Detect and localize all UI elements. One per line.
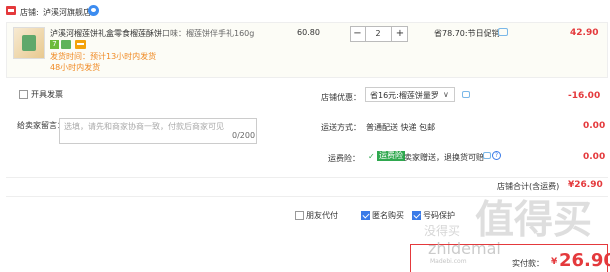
checkmark-icon: ✓ [368,152,375,161]
quantity-input[interactable]: 2 [367,26,389,42]
quantity-increase-button[interactable]: + [391,26,408,42]
product-title-link[interactable]: 泸溪河榴莲饼礼盒零食榴莲酥饼... [50,28,163,39]
coupon-info-icon[interactable] [462,91,470,98]
seven-day-return-icon: 7 [50,40,59,49]
chevron-down-icon[interactable]: ∨ [443,90,449,99]
store-icon [6,6,16,15]
anonymous-purchase-label[interactable]: 匿名购买 [372,210,404,221]
help-icon[interactable]: ? [492,151,501,160]
anonymous-purchase-checkbox[interactable] [361,211,370,220]
watermark-subtext: 没得买 [424,224,461,238]
message-char-count: 0/200 [232,131,256,140]
product-thumbnail[interactable] [13,27,45,59]
shield-icon [61,40,71,49]
credit-card-icon [75,40,86,49]
delivery-promise: 48小时内发货 [50,63,101,72]
shipping-insurance-fee: 0.00 [583,152,606,162]
store-name-link[interactable]: 泸溪河旗舰店 [43,7,91,18]
watermark-url: zhidemai [428,239,501,258]
store-coupon-label: 店铺优惠： [321,93,361,102]
shipping-insurance-label: 运费险： [328,154,360,163]
store-discount-amount: -16.00 [568,91,601,101]
payment-label: 实付款： [512,259,544,268]
delivery-estimate: 发货时间：预计13小时内发货 [50,52,157,61]
shipping-label: 运送方式： [321,123,361,132]
shipping-insurance-badge: 运费险 [377,151,405,161]
quantity-decrease-button[interactable]: − [350,26,366,42]
friend-pay-label[interactable]: 朋友代付 [306,210,338,221]
promotion-label: 省78.70:节日促销 [434,29,500,38]
chat-icon[interactable] [88,5,99,16]
shipping-fee: 0.00 [583,121,606,131]
number-protection-label[interactable]: 号码保护 [423,210,455,221]
seller-message-placeholder: 选填，请先和商家协商一致，付款后商家可见 [64,122,224,131]
payment-total: 26.90 [559,250,610,271]
insurance-info-icon[interactable] [483,152,491,159]
invoice-label[interactable]: 开具发票 [31,89,63,100]
store-label: 店铺: [20,8,39,17]
watermark-small: Madebi.com [430,258,467,265]
shipping-insurance-text: 卖家赠送，退换货可赔 [404,153,484,162]
number-protection-checkbox[interactable] [412,211,421,220]
invoice-checkbox[interactable] [19,90,28,99]
store-coupon-value: 省16元:榴莲饼量罗 [370,91,439,100]
payment-currency: ¥ [551,257,558,267]
item-subtotal: 42.90 [570,28,599,38]
promotion-info-icon[interactable] [498,28,508,36]
shipping-method: 普通配送 快递 包邮 [366,123,436,132]
product-spec: 口味：榴莲饼伴手礼160g [162,29,255,38]
friend-pay-checkbox[interactable] [295,211,304,220]
message-label: 给卖家留言： [17,121,65,130]
watermark-logo: 值得买 [475,198,593,243]
unit-price: 60.80 [297,28,320,37]
